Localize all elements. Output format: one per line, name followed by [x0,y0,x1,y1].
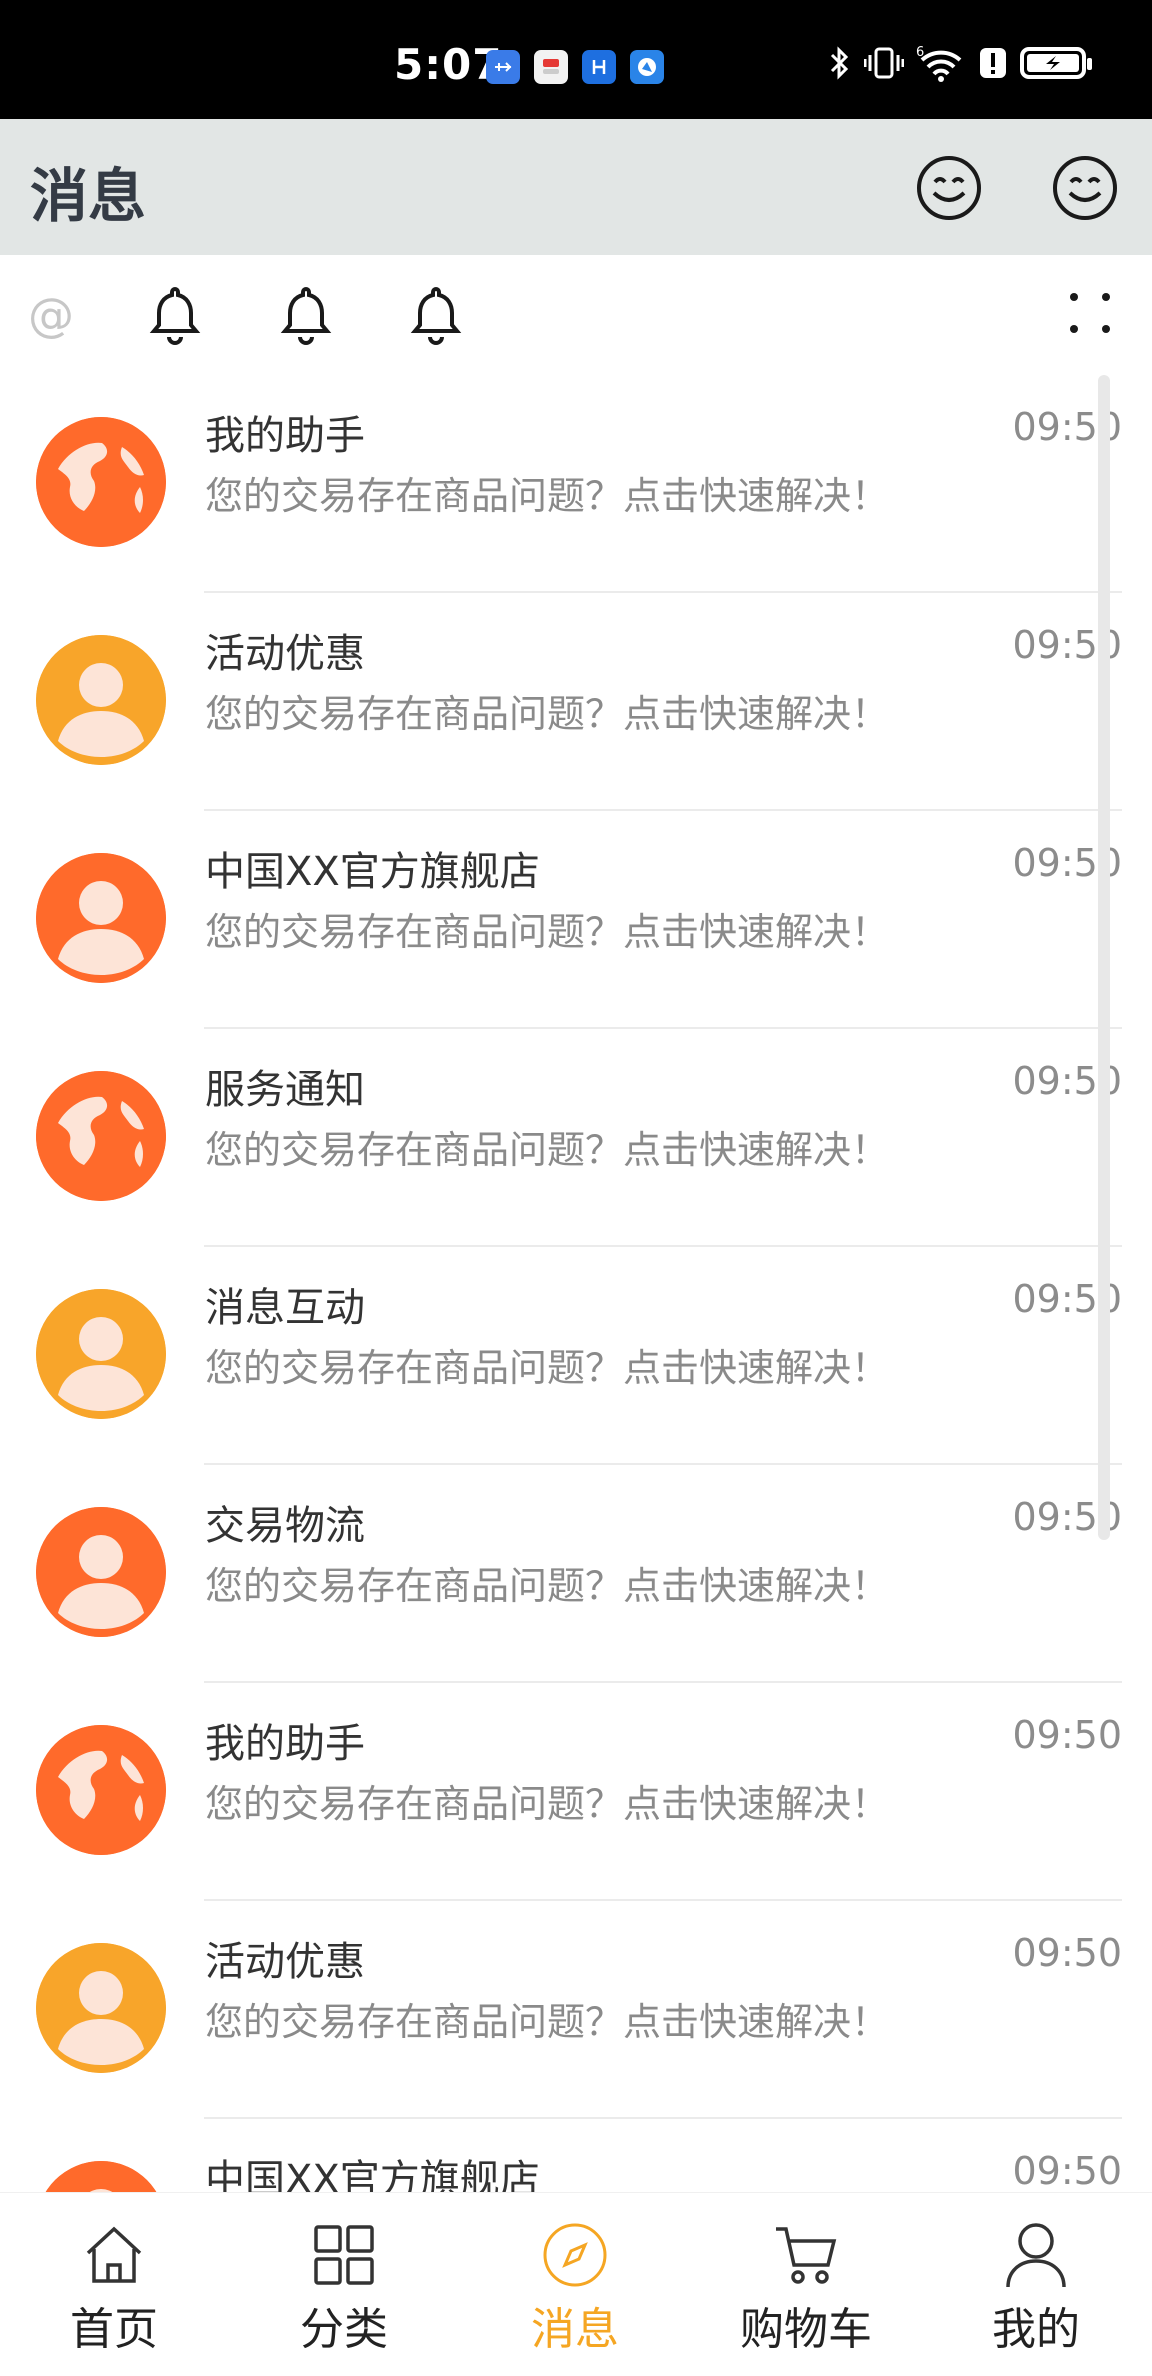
message-preview: 您的交易存在商品问题？点击快速解决！ [205,1564,890,1608]
message-preview: 您的交易存在商品问题？点击快速解决！ [205,1346,890,1390]
battery-charging-icon [1020,47,1092,79]
message-row[interactable]: 中国XX官方旗舰店 您的交易存在商品问题？点击快速解决！ 09:50 [0,811,1152,1029]
grid-icon [314,2225,374,2285]
globe-avatar-icon [36,1071,166,1201]
message-title: 活动优惠 [205,1939,365,1985]
message-title: 服务通知 [205,1067,365,1113]
nav-cart[interactable]: 购物车 [706,2193,906,2376]
message-preview: 您的交易存在商品问题？点击快速解决！ [205,474,890,518]
nav-home[interactable]: 首页 [14,2193,214,2376]
message-row[interactable]: 服务通知 您的交易存在商品问题？点击快速解决！ 09:50 [0,1029,1152,1247]
svg-text:6: 6 [916,45,924,60]
nav-messages[interactable]: 消息 [475,2193,675,2376]
page-title: 消息 [30,162,147,230]
app-h-icon [582,50,616,84]
nav-profile-label: 我的 [992,2304,1080,2355]
message-row[interactable]: 我的助手您的交易存在商品问题？点击快速解决！ 09:50 [0,1683,1152,1901]
bell-icon[interactable] [408,283,464,345]
message-row[interactable]: 交易物流 您的交易存在商品问题？点击快速解决！ 09:50 [0,1465,1152,1683]
user-avatar-icon [36,1507,166,1637]
wifi-6-icon: 6 [916,45,962,82]
message-preview: 您的交易存在商品问题？点击快速解决！ [205,1782,890,1826]
vibrate-icon [864,47,904,79]
nav-home-label: 首页 [70,2304,158,2355]
scrollbar[interactable] [1098,375,1110,1540]
message-title: 消息互动 [205,1285,365,1331]
message-title: 中国XX官方旗舰店 [205,849,540,895]
message-row[interactable]: 活动优惠您的交易存在商品问题？点击快速解决！ 09:50 [0,1901,1152,2119]
alert-icon [980,48,1006,78]
globe-avatar-icon [36,1725,166,1855]
more-dots-icon[interactable] [1068,291,1112,335]
bottom-nav: 首页 分类 消息 购物车 我的 [0,2192,1152,2376]
message-title: 交易物流 [205,1503,365,1549]
user-avatar-icon [36,635,166,765]
home-icon [86,2226,142,2283]
system-icons: 6 [828,44,1092,82]
message-preview: 您的交易存在商品问题？点击快速解决！ [205,910,890,954]
message-row[interactable]: 消息互动 您的交易存在商品问题？点击快速解决！ 09:50 [0,1247,1152,1465]
user-avatar-icon [36,853,166,983]
usb-icon [486,50,520,84]
user-avatar-icon [36,1289,166,1419]
nav-cart-label: 购物车 [740,2304,872,2355]
notes-app-icon [534,50,568,84]
message-preview: 您的交易存在商品问题？点击快速解决！ [205,1128,890,1172]
smiley-icon[interactable] [1050,153,1120,223]
message-title: 我的助手 [205,1721,365,1767]
nav-category[interactable]: 分类 [244,2193,444,2376]
user-avatar-icon [36,1943,166,2073]
message-list: 我的助手 您的交易存在商品问题？点击快速解决！ 09:50 活动优惠 您的交易存在商品问… [0,375,1152,2337]
status-bar: 5:07 6 [0,0,1152,119]
message-time: 09:50 [1012,1931,1122,1975]
bell-icon[interactable] [278,283,334,345]
message-title: 活动优惠 [205,631,365,677]
message-time: 09:50 [1012,1713,1122,1757]
globe-avatar-icon [36,417,166,547]
smiley-icon[interactable] [914,153,984,223]
messages-page: 5:07 6 消息 @ 我的助手 您的交易存在商品问题？点击快速解决！ 09:5… [0,0,1152,2376]
at-icon[interactable]: @ [28,288,74,342]
message-row[interactable]: 我的助手 您的交易存在商品问题？点击快速解决！ 09:50 [0,375,1152,593]
message-preview: 您的交易存在商品问题？点击快速解决！ [205,692,890,736]
notification-icons [486,50,664,84]
quick-tabs: @ [0,255,1152,375]
nav-category-label: 分类 [300,2304,388,2355]
message-title: 我的助手 [205,413,365,459]
nav-profile[interactable]: 我的 [936,2193,1136,2376]
bluetooth-icon [830,46,849,80]
cart-icon [776,2227,837,2284]
message-time: 09:50 [1012,2149,1122,2193]
nav-messages-label: 消息 [531,2304,619,2355]
browser-icon [630,50,664,84]
message-preview: 您的交易存在商品问题？点击快速解决！ [205,2000,890,2044]
bell-icon[interactable] [147,283,203,345]
message-row[interactable]: 活动优惠 您的交易存在商品问题？点击快速解决！ 09:50 [0,593,1152,811]
app-header: 消息 [0,119,1152,255]
compass-icon [543,2223,607,2287]
person-icon [1006,2223,1066,2288]
